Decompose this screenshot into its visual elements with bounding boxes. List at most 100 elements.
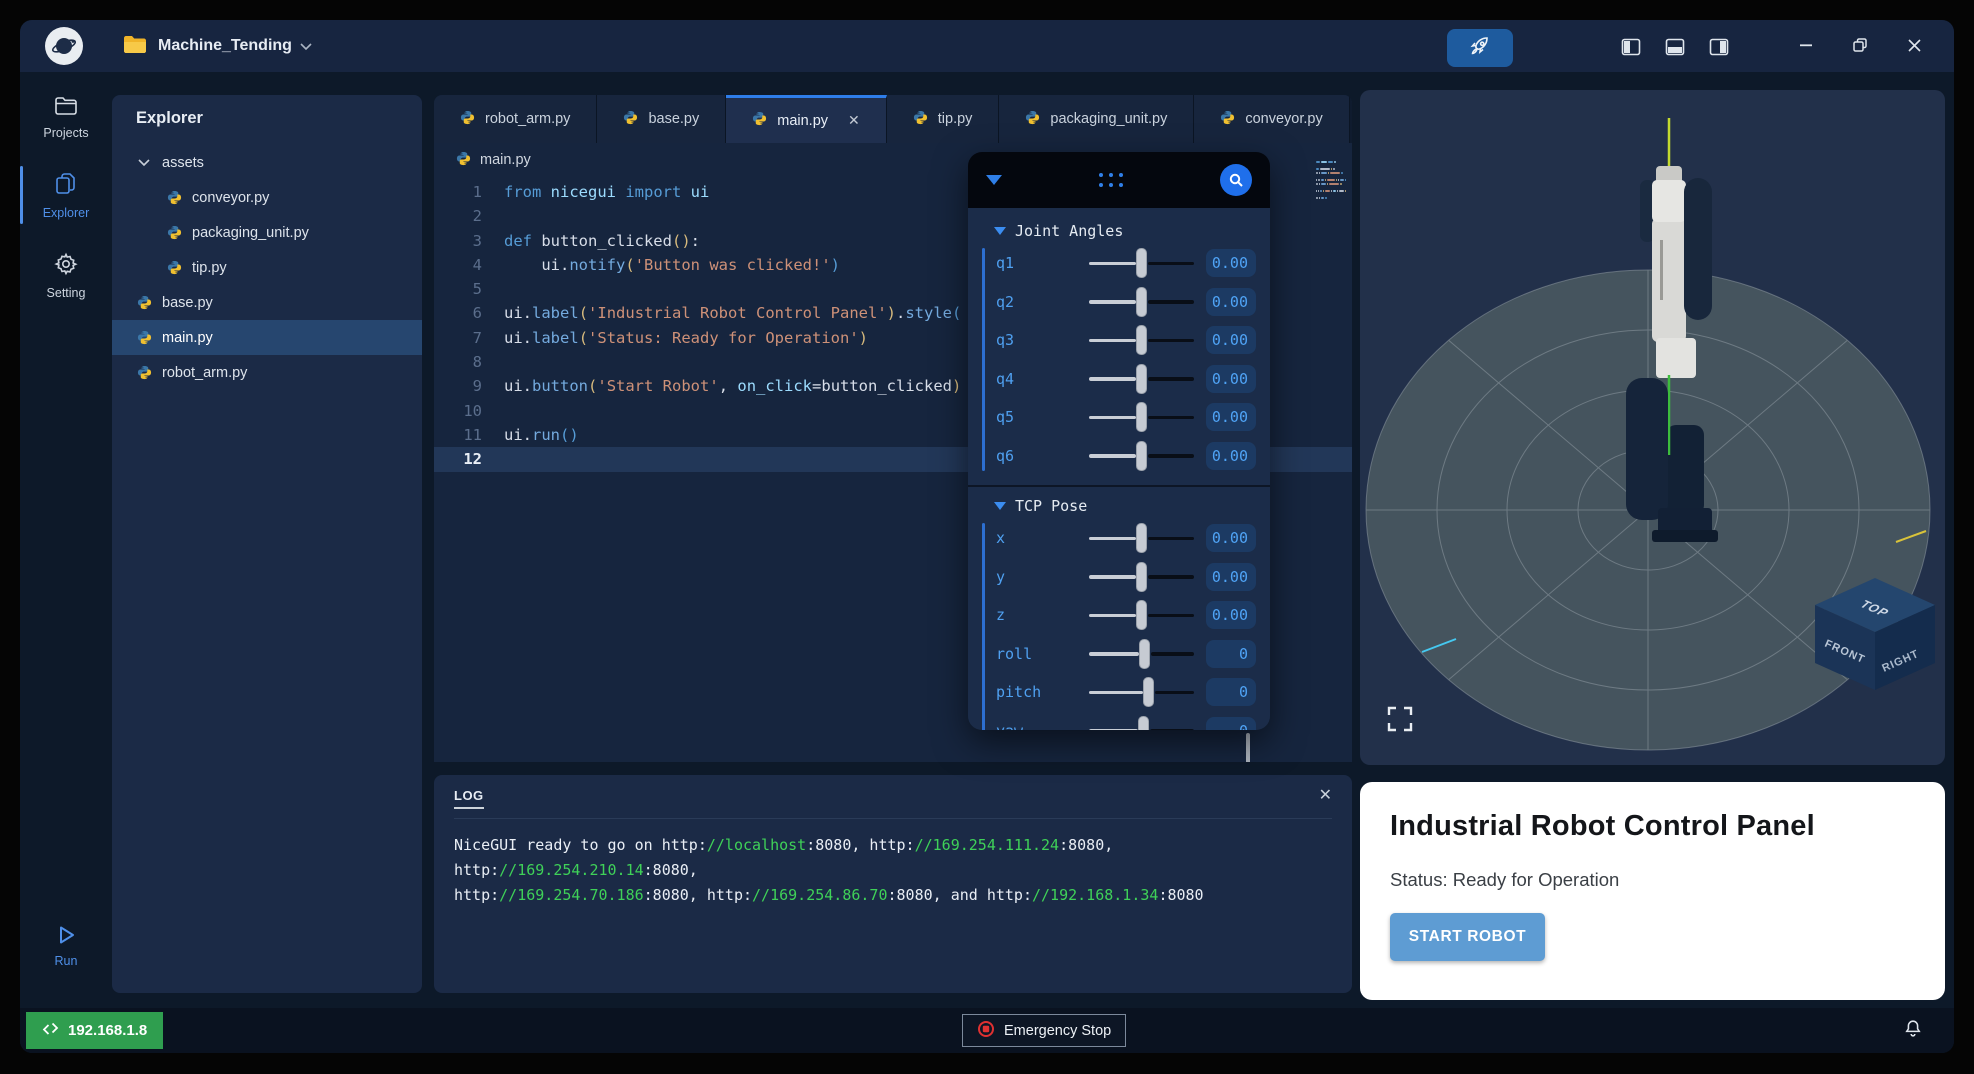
- slider-handle[interactable]: [1136, 402, 1147, 432]
- slider-handle[interactable]: [1139, 639, 1150, 669]
- slider-value[interactable]: 0.00: [1206, 403, 1256, 431]
- slider-handle[interactable]: [1138, 716, 1149, 730]
- slider-label: roll: [996, 645, 1089, 663]
- minimize-button[interactable]: [1795, 34, 1817, 56]
- slider[interactable]: [1089, 287, 1194, 317]
- slider-row-q1: q1 0.00: [996, 244, 1256, 283]
- slider[interactable]: [1089, 364, 1194, 394]
- slider-value[interactable]: 0.00: [1206, 288, 1256, 316]
- collapse-section-icon[interactable]: [994, 502, 1006, 510]
- project-folder-icon: [123, 35, 147, 55]
- slider-row-roll: roll 0: [996, 635, 1256, 674]
- slider-row-q2: q2 0.00: [996, 283, 1256, 322]
- run-label: Run: [55, 954, 78, 968]
- breadcrumb-file: main.py: [480, 152, 531, 168]
- emergency-stop-label: Emergency Stop: [1004, 1023, 1111, 1039]
- slider-value[interactable]: 0: [1206, 678, 1256, 706]
- close-button[interactable]: [1903, 34, 1925, 56]
- collapse-panel-icon[interactable]: [986, 175, 1002, 185]
- slider-handle[interactable]: [1136, 364, 1147, 394]
- minimap[interactable]: [1316, 161, 1346, 204]
- run-button[interactable]: Run: [20, 924, 112, 968]
- slider-label: q2: [996, 293, 1089, 311]
- file-tree-row[interactable]: tip.py: [112, 250, 422, 285]
- slider-handle[interactable]: [1143, 677, 1154, 707]
- slider[interactable]: [1089, 523, 1194, 553]
- tab-packaging_unit.py[interactable]: packaging_unit.py ✕: [999, 95, 1194, 143]
- slider[interactable]: [1089, 639, 1194, 669]
- close-log-icon[interactable]: ✕: [1319, 788, 1332, 804]
- slider[interactable]: [1089, 325, 1194, 355]
- slider-value[interactable]: 0.00: [1206, 249, 1256, 277]
- robot-3d-viewport[interactable]: TOP FRONT RIGHT: [1360, 90, 1945, 765]
- slider-row-x: x 0.00: [996, 519, 1256, 558]
- line-number: 7: [434, 326, 482, 350]
- slider-handle[interactable]: [1136, 441, 1147, 471]
- file-tree-row[interactable]: robot_arm.py: [112, 355, 422, 390]
- slider-value[interactable]: 0.00: [1206, 442, 1256, 470]
- editor-tabbar: robot_arm.py ✕ base.py ✕ main.py ✕ tip.p…: [434, 95, 1352, 143]
- slider-handle[interactable]: [1136, 600, 1147, 630]
- python-icon: [166, 190, 182, 206]
- toggle-bottom-panel-icon[interactable]: [1664, 36, 1686, 58]
- emergency-stop-button[interactable]: Emergency Stop: [962, 1014, 1126, 1047]
- line-number: 9: [434, 374, 482, 398]
- robot-inspector-panel: Joint Angles q1 0.00 q2 0.00 q3 0.00 q4 …: [968, 152, 1270, 730]
- slider-value[interactable]: 0: [1206, 640, 1256, 668]
- deploy-rocket-button[interactable]: [1447, 29, 1513, 67]
- slider-handle[interactable]: [1136, 562, 1147, 592]
- slider[interactable]: [1089, 248, 1194, 278]
- slider-value[interactable]: 0.00: [1206, 524, 1256, 552]
- file-tree-row[interactable]: main.py: [112, 320, 422, 355]
- notifications-bell-icon[interactable]: [1902, 1018, 1926, 1042]
- search-button[interactable]: [1220, 164, 1252, 196]
- start-robot-button[interactable]: START ROBOT: [1390, 913, 1545, 961]
- slider[interactable]: [1089, 402, 1194, 432]
- fullscreen-icon[interactable]: [1386, 705, 1414, 733]
- connection-badge[interactable]: 192.168.1.8: [26, 1012, 163, 1049]
- slider[interactable]: [1089, 677, 1194, 707]
- slider-handle[interactable]: [1136, 287, 1147, 317]
- activity-rail: Projects Explorer Setting Run: [20, 72, 112, 1008]
- collapse-section-icon[interactable]: [994, 227, 1006, 235]
- tab-tip.py[interactable]: tip.py ✕: [887, 95, 1000, 143]
- tab-conveyor.py[interactable]: conveyor.py ✕: [1194, 95, 1349, 143]
- slider-handle[interactable]: [1136, 523, 1147, 553]
- chevron-down-icon: [136, 155, 152, 171]
- slider[interactable]: [1089, 600, 1194, 630]
- rail-item-projects[interactable]: Projects: [20, 86, 112, 148]
- rail-item-setting[interactable]: Setting: [20, 242, 112, 308]
- slider[interactable]: [1089, 562, 1194, 592]
- slider-label: z: [996, 606, 1089, 624]
- slider-handle[interactable]: [1136, 248, 1147, 278]
- tab-base.py[interactable]: base.py ✕: [597, 95, 726, 143]
- file-tree-row[interactable]: assets: [112, 145, 422, 180]
- slider-value[interactable]: 0.00: [1206, 326, 1256, 354]
- python-icon: [166, 260, 182, 276]
- slider-value[interactable]: 0.00: [1206, 601, 1256, 629]
- line-number: 12: [434, 447, 482, 471]
- toggle-right-panel-icon[interactable]: [1708, 36, 1730, 58]
- slider-handle[interactable]: [1136, 325, 1147, 355]
- explorer-panel: Explorer assets conveyor.py packaging_un…: [112, 95, 422, 993]
- slider[interactable]: [1089, 716, 1194, 730]
- restore-button[interactable]: [1849, 34, 1871, 56]
- project-switcher[interactable]: Machine_Tending: [158, 20, 312, 72]
- toggle-left-panel-icon[interactable]: [1620, 36, 1642, 58]
- drag-handle-icon[interactable]: [1099, 173, 1123, 187]
- close-tab-icon[interactable]: ✕: [848, 112, 860, 129]
- editor-scrollbar[interactable]: [1246, 733, 1250, 762]
- tab-robot_arm.py[interactable]: robot_arm.py ✕: [434, 95, 597, 143]
- slider-value[interactable]: 0.00: [1206, 365, 1256, 393]
- app-logo-icon: [45, 27, 83, 65]
- file-tree-row[interactable]: base.py: [112, 285, 422, 320]
- file-tree-row[interactable]: packaging_unit.py: [112, 215, 422, 250]
- slider[interactable]: [1089, 441, 1194, 471]
- slider-value[interactable]: 0.00: [1206, 563, 1256, 591]
- tab-main.py[interactable]: main.py ✕: [726, 95, 887, 143]
- file-tree-row[interactable]: conveyor.py: [112, 180, 422, 215]
- rail-item-explorer[interactable]: Explorer: [20, 162, 112, 228]
- line-number: 8: [434, 350, 482, 374]
- slider-row-q5: q5 0.00: [996, 398, 1256, 437]
- slider-value[interactable]: 0: [1206, 717, 1256, 730]
